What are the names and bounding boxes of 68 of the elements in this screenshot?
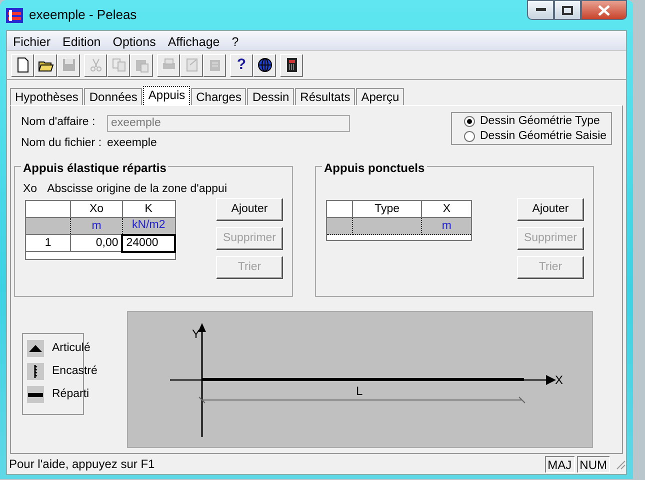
axis-label: Y bbox=[192, 327, 200, 341]
maximize-icon bbox=[562, 6, 573, 14]
action-button[interactable]: Ajouter bbox=[216, 198, 283, 221]
row-header bbox=[326, 218, 352, 234]
page-setup-icon bbox=[184, 57, 200, 73]
radio-button[interactable] bbox=[464, 116, 475, 127]
dimension-label: L bbox=[356, 384, 363, 398]
data-grid[interactable]: Xo K m kN/m2 1 0,00 24000 bbox=[25, 200, 176, 260]
unit-cell: m bbox=[422, 218, 472, 234]
fixed-support-icon bbox=[27, 363, 44, 380]
table-cell[interactable]: 24000 bbox=[122, 234, 175, 252]
axis-label: X bbox=[555, 373, 564, 387]
note-key: Xo bbox=[23, 181, 38, 196]
tab[interactable]: Résultats bbox=[295, 88, 356, 105]
menu-item[interactable]: Fichier bbox=[7, 31, 57, 50]
text-field[interactable]: exeemple bbox=[107, 114, 350, 132]
tab[interactable]: Appuis bbox=[143, 86, 190, 105]
tab[interactable]: Aperçu bbox=[356, 88, 404, 105]
menu-item[interactable]: ? bbox=[226, 31, 245, 50]
table-cell[interactable]: 0,00 bbox=[70, 234, 122, 252]
close-button[interactable] bbox=[581, 0, 627, 20]
radio-label: Dessin Géométrie Saisie bbox=[480, 128, 607, 144]
window-title: exeemple - Peleas bbox=[29, 6, 137, 24]
row-header: 1 bbox=[26, 234, 71, 252]
app-icon bbox=[6, 8, 23, 22]
unit-cell: m bbox=[70, 218, 122, 234]
note-text: Abscisse origine de la zone d'appui bbox=[47, 182, 228, 196]
copy-icon bbox=[110, 57, 126, 73]
hinge-support-icon bbox=[27, 340, 44, 357]
menu-item[interactable]: Affichage bbox=[162, 31, 226, 50]
legend-label: Encastré bbox=[52, 364, 98, 379]
menu-item[interactable]: Options bbox=[106, 31, 162, 50]
field-value: exeemple bbox=[107, 136, 157, 152]
unit-cell: kN/m2 bbox=[122, 218, 175, 234]
minimize-button[interactable] bbox=[527, 0, 554, 20]
action-button[interactable]: Ajouter bbox=[517, 198, 584, 221]
minimize-icon bbox=[536, 8, 546, 12]
calculator-button[interactable] bbox=[280, 54, 303, 76]
maximize-button[interactable] bbox=[554, 0, 581, 20]
menu-item[interactable]: Edition bbox=[56, 31, 107, 50]
tab[interactable]: Dessin bbox=[247, 88, 294, 105]
legend-label: Articulé bbox=[52, 340, 90, 356]
globe-icon bbox=[256, 57, 272, 73]
data-grid[interactable]: Type X m bbox=[326, 200, 472, 241]
status-indicator: MAJ bbox=[544, 456, 575, 472]
radio-button[interactable] bbox=[464, 131, 475, 142]
grid-corner bbox=[26, 200, 71, 218]
legend-label: Réparti bbox=[52, 386, 90, 402]
new-file-button[interactable] bbox=[11, 54, 34, 76]
status-text: Pour l'aide, appuyez sur F1 bbox=[9, 456, 155, 473]
field-label: Nom d'affaire : bbox=[21, 115, 96, 130]
help-button[interactable]: ? bbox=[230, 54, 253, 76]
open-folder-button[interactable] bbox=[34, 54, 57, 76]
field-label: Nom du fichier : bbox=[21, 136, 103, 152]
new-file-icon bbox=[14, 57, 30, 73]
close-icon bbox=[598, 4, 610, 16]
clipboard-icon bbox=[134, 57, 150, 73]
radio-label: Dessin Géométrie Type bbox=[480, 114, 600, 129]
row-header bbox=[26, 218, 71, 234]
grid-corner bbox=[326, 200, 352, 218]
tab[interactable]: Charges bbox=[191, 88, 246, 105]
scissors-icon bbox=[88, 57, 104, 73]
resize-grip[interactable] bbox=[614, 458, 626, 470]
tab[interactable]: Données bbox=[84, 88, 142, 105]
globe-button[interactable] bbox=[253, 54, 276, 76]
status-indicator: NUM bbox=[576, 456, 610, 472]
distributed-support-icon bbox=[27, 386, 44, 403]
tab[interactable]: Hypothèses bbox=[10, 88, 84, 105]
